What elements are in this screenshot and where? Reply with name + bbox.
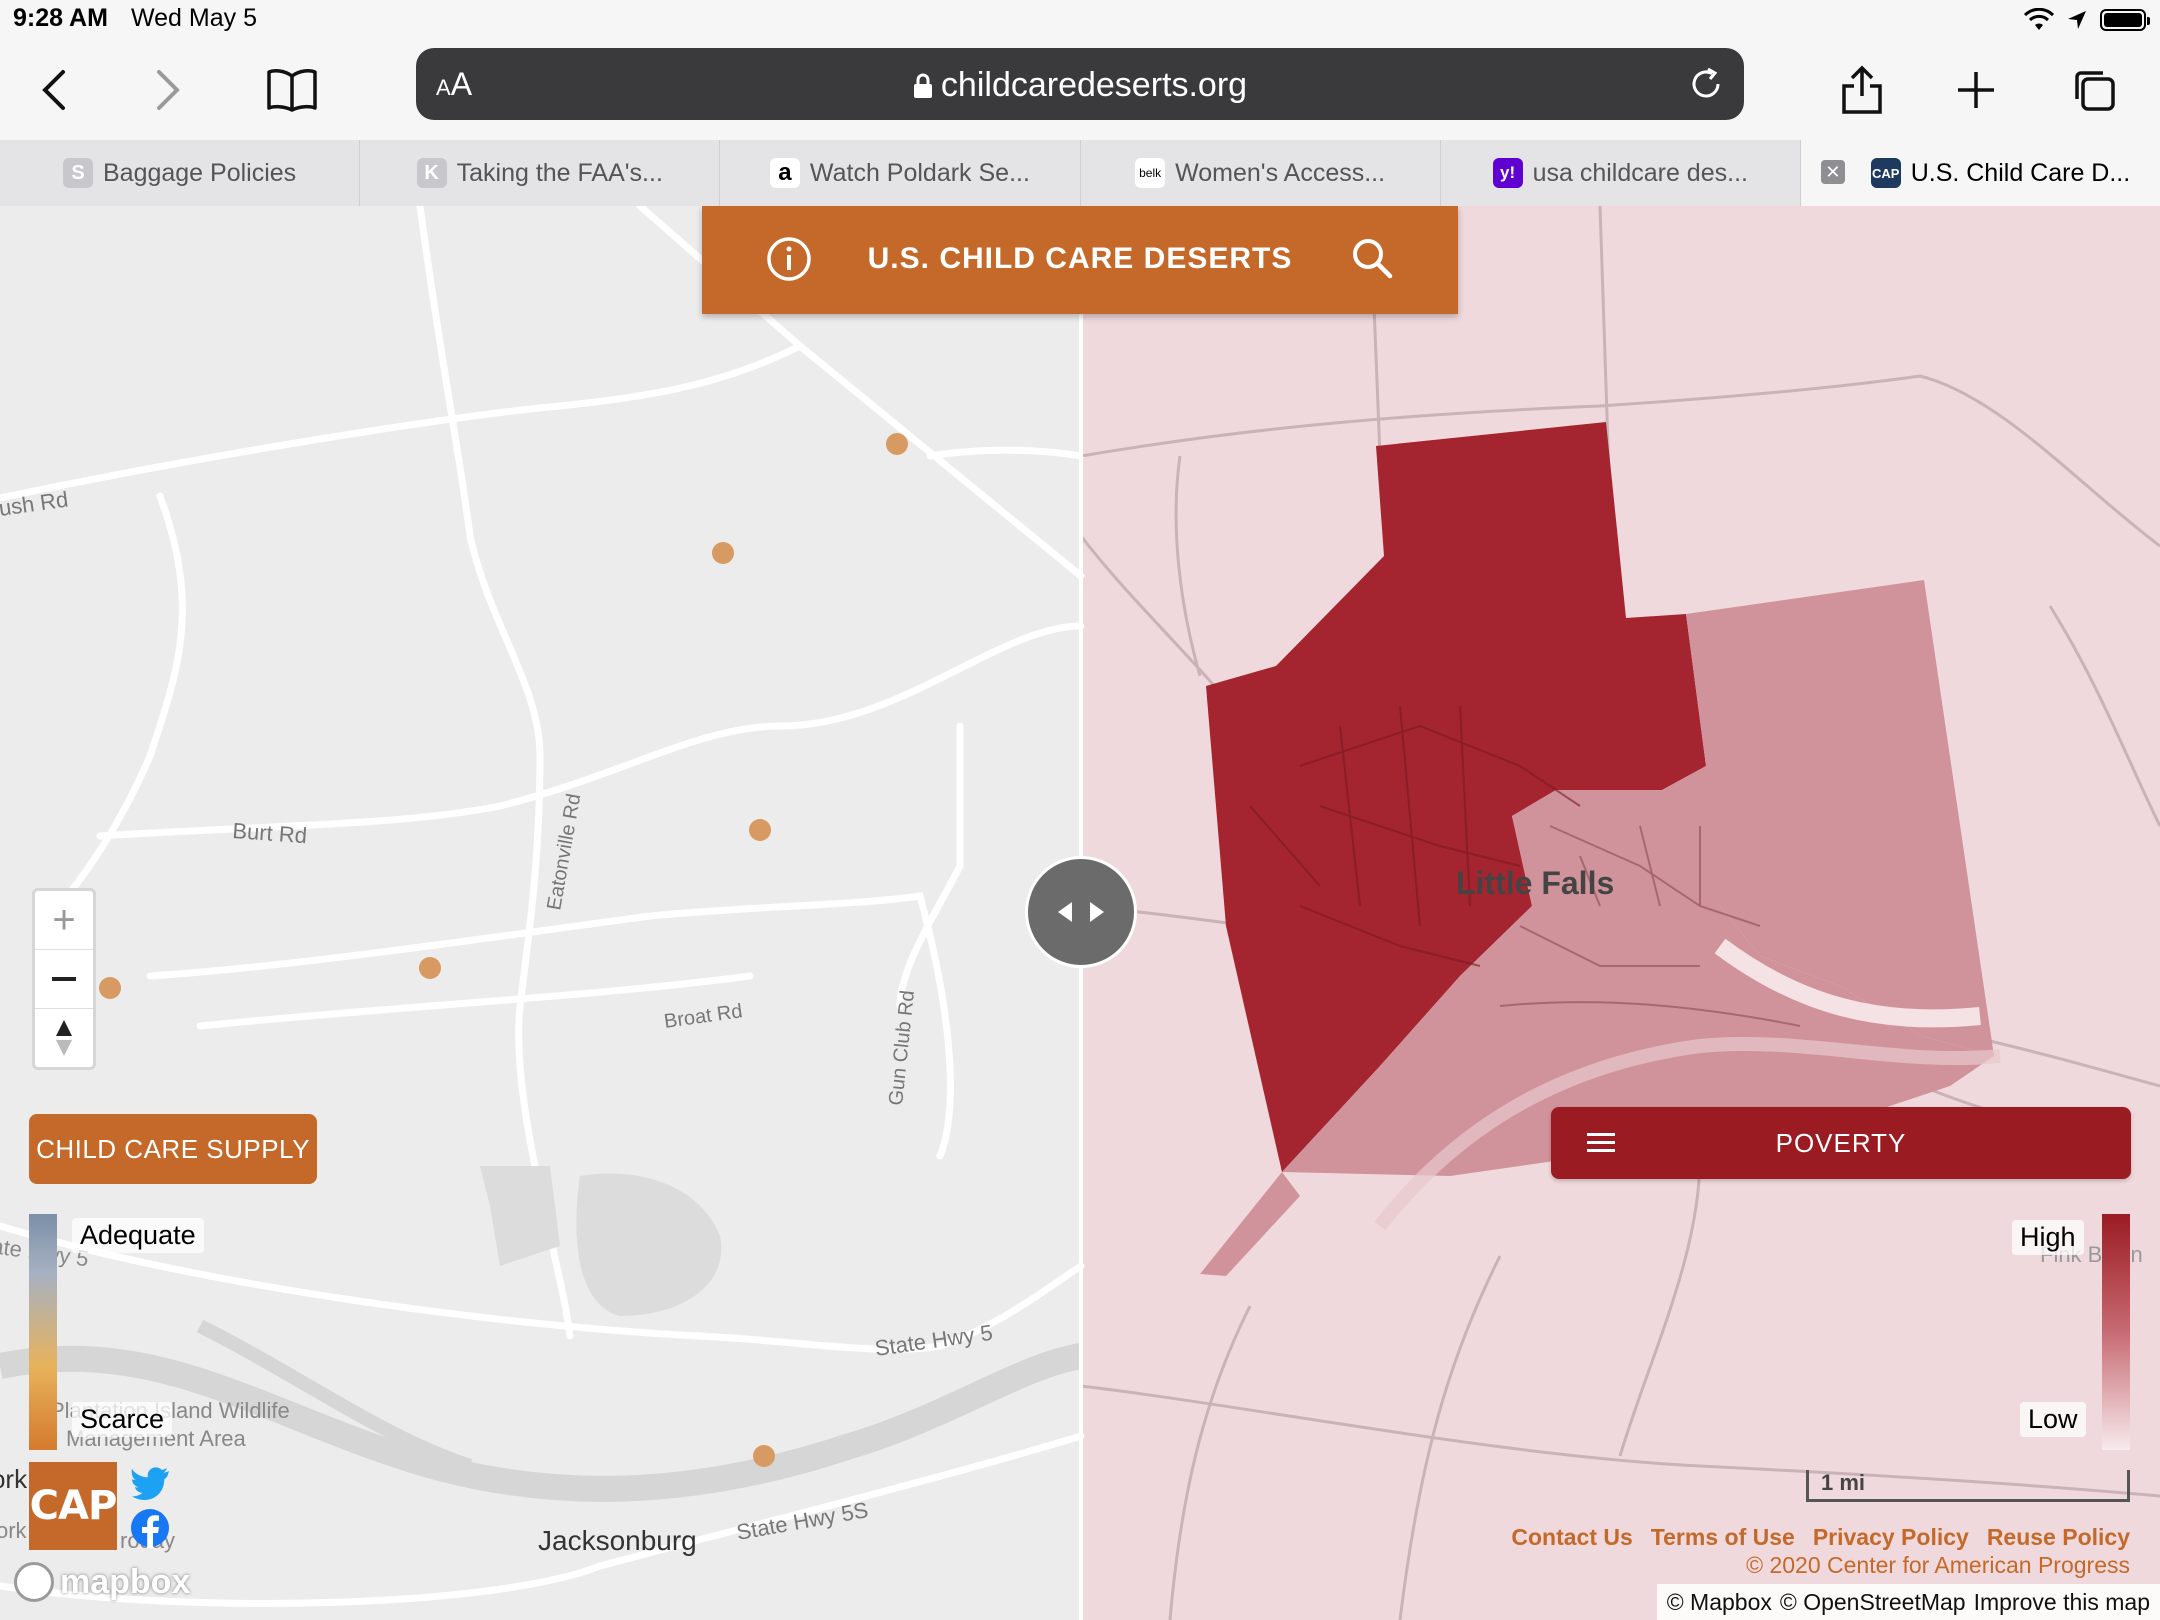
status-date: Wed May 5 bbox=[131, 4, 257, 32]
tab-favicon: K bbox=[416, 158, 447, 188]
tab-faa[interactable]: K Taking the FAA's... bbox=[360, 140, 721, 206]
legend-scarce: Scarce bbox=[72, 1402, 173, 1437]
lock-icon bbox=[913, 73, 932, 98]
wifi-icon bbox=[2024, 8, 2054, 30]
mapbox-icon bbox=[14, 1562, 54, 1602]
back-button[interactable] bbox=[24, 60, 84, 120]
location-icon bbox=[2068, 11, 2086, 29]
tab-label: Women's Access... bbox=[1175, 158, 1386, 187]
status-icons bbox=[2024, 6, 2150, 34]
place-label: York bbox=[0, 1464, 28, 1494]
tab-label: Taking the FAA's... bbox=[456, 158, 663, 187]
terms-of-use-link[interactable]: Terms of Use bbox=[1651, 1524, 1795, 1551]
tab-yahoo[interactable]: y! usa childcare des... bbox=[1441, 140, 1801, 206]
tab-bar: S Baggage Policies K Taking the FAA's...… bbox=[0, 140, 2160, 207]
map-scale: 1 mi bbox=[1806, 1470, 2130, 1502]
legend-low: Low bbox=[2020, 1402, 2086, 1437]
close-tab-icon[interactable]: ✕ bbox=[1820, 160, 1845, 184]
tab-label: usa childcare des... bbox=[1532, 158, 1748, 187]
url-domain: childcaredeserts.org bbox=[416, 66, 1744, 105]
status-bar: 9:28 AM Wed May 5 bbox=[0, 0, 2160, 40]
tab-label: Watch Poldark Se... bbox=[809, 158, 1030, 187]
child-care-supply-button[interactable]: CHILD CARE SUPPLY bbox=[29, 1114, 317, 1184]
app-header: U.S. CHILD CARE DESERTS bbox=[702, 206, 1458, 314]
poverty-legend-gradient bbox=[2102, 1214, 2130, 1450]
tab-label: U.S. Child Care D... bbox=[1910, 158, 2131, 187]
mapbox-attribution-link[interactable]: © Mapbox bbox=[1667, 1589, 1772, 1616]
tab-favicon: S bbox=[62, 158, 93, 188]
compare-slider-handle[interactable] bbox=[1025, 856, 1137, 968]
forward-button[interactable] bbox=[138, 60, 198, 120]
place-label: ork bbox=[0, 1518, 28, 1543]
tab-favicon: belk bbox=[1135, 158, 1166, 188]
contact-us-link[interactable]: Contact Us bbox=[1511, 1524, 1632, 1551]
plus-icon bbox=[1958, 72, 1994, 108]
road-label: Burt Rd bbox=[232, 818, 308, 848]
legend-adequate: Adequate bbox=[72, 1218, 204, 1253]
browser-toolbar: AA childcaredeserts.org bbox=[0, 40, 2160, 140]
reload-icon[interactable] bbox=[1686, 64, 1726, 104]
new-tab-button[interactable] bbox=[1946, 60, 2006, 120]
address-bar[interactable]: AA childcaredeserts.org bbox=[416, 48, 1744, 120]
app-title: U.S. CHILD CARE DESERTS bbox=[867, 242, 1293, 275]
zoom-controls: + bbox=[32, 888, 96, 1070]
tab-favicon: CAP bbox=[1870, 158, 1901, 188]
status-time: 9:28 AM bbox=[13, 4, 108, 32]
book-icon bbox=[267, 69, 317, 112]
map-view[interactable]: ush Rd Burt Rd Eatonville Rd Broat Rd Gu… bbox=[0, 206, 2160, 1620]
supply-legend-gradient bbox=[29, 1214, 57, 1450]
battery-icon bbox=[2100, 9, 2150, 31]
zoom-out-button[interactable] bbox=[35, 950, 93, 1009]
tab-poldark[interactable]: a Watch Poldark Se... bbox=[720, 140, 1081, 206]
tabs-overview-button[interactable] bbox=[2064, 60, 2124, 120]
tab-favicon: y! bbox=[1492, 158, 1523, 188]
tab-label: Baggage Policies bbox=[102, 158, 297, 187]
mapbox-logo[interactable]: mapbox bbox=[14, 1560, 190, 1604]
chevron-left-icon bbox=[42, 70, 65, 110]
arrow-left-icon bbox=[1058, 902, 1072, 922]
menu-icon bbox=[1587, 1133, 1615, 1152]
copyright-text: © 2020 Center for American Progress bbox=[1746, 1552, 2130, 1578]
share-icon bbox=[1842, 65, 1882, 114]
arrow-right-icon bbox=[1090, 902, 1104, 922]
reuse-policy-link[interactable]: Reuse Policy bbox=[1987, 1524, 2130, 1551]
poverty-layer-button[interactable]: POVERTY bbox=[1551, 1107, 2131, 1179]
tab-baggage-policies[interactable]: S Baggage Policies bbox=[0, 140, 361, 206]
privacy-policy-link[interactable]: Privacy Policy bbox=[1813, 1524, 1969, 1551]
place-label: Jacksonburg bbox=[538, 1525, 697, 1556]
compass-icon bbox=[56, 1020, 72, 1056]
osm-attribution-link[interactable]: © OpenStreetMap bbox=[1780, 1589, 1966, 1616]
tabs-icon bbox=[2075, 71, 2115, 111]
search-icon[interactable] bbox=[1350, 236, 1394, 280]
share-button[interactable] bbox=[1832, 60, 1892, 120]
cap-logo[interactable]: CAP bbox=[29, 1462, 117, 1550]
footer-links: Contact Us Terms of Use Privacy Policy R… bbox=[1511, 1524, 2130, 1551]
map-attribution: © Mapbox © OpenStreetMap Improve this ma… bbox=[1656, 1584, 2160, 1620]
tab-child-care-deserts[interactable]: ✕ CAP U.S. Child Care D... bbox=[1800, 140, 2160, 206]
twitter-icon[interactable] bbox=[130, 1462, 170, 1502]
compass-button[interactable] bbox=[35, 1009, 93, 1067]
legend-high: High bbox=[2012, 1220, 2084, 1255]
chevron-right-icon bbox=[157, 70, 180, 110]
zoom-in-button[interactable]: + bbox=[35, 891, 93, 950]
tab-belk[interactable]: belk Women's Access... bbox=[1081, 140, 1441, 206]
facebook-icon[interactable] bbox=[130, 1508, 170, 1548]
improve-map-link[interactable]: Improve this map bbox=[1974, 1589, 2150, 1616]
bookmarks-button[interactable] bbox=[262, 60, 322, 120]
poverty-label: POVERTY bbox=[1775, 1127, 1907, 1158]
tab-favicon: a bbox=[769, 158, 800, 188]
place-label: Little Falls bbox=[1456, 865, 1614, 901]
